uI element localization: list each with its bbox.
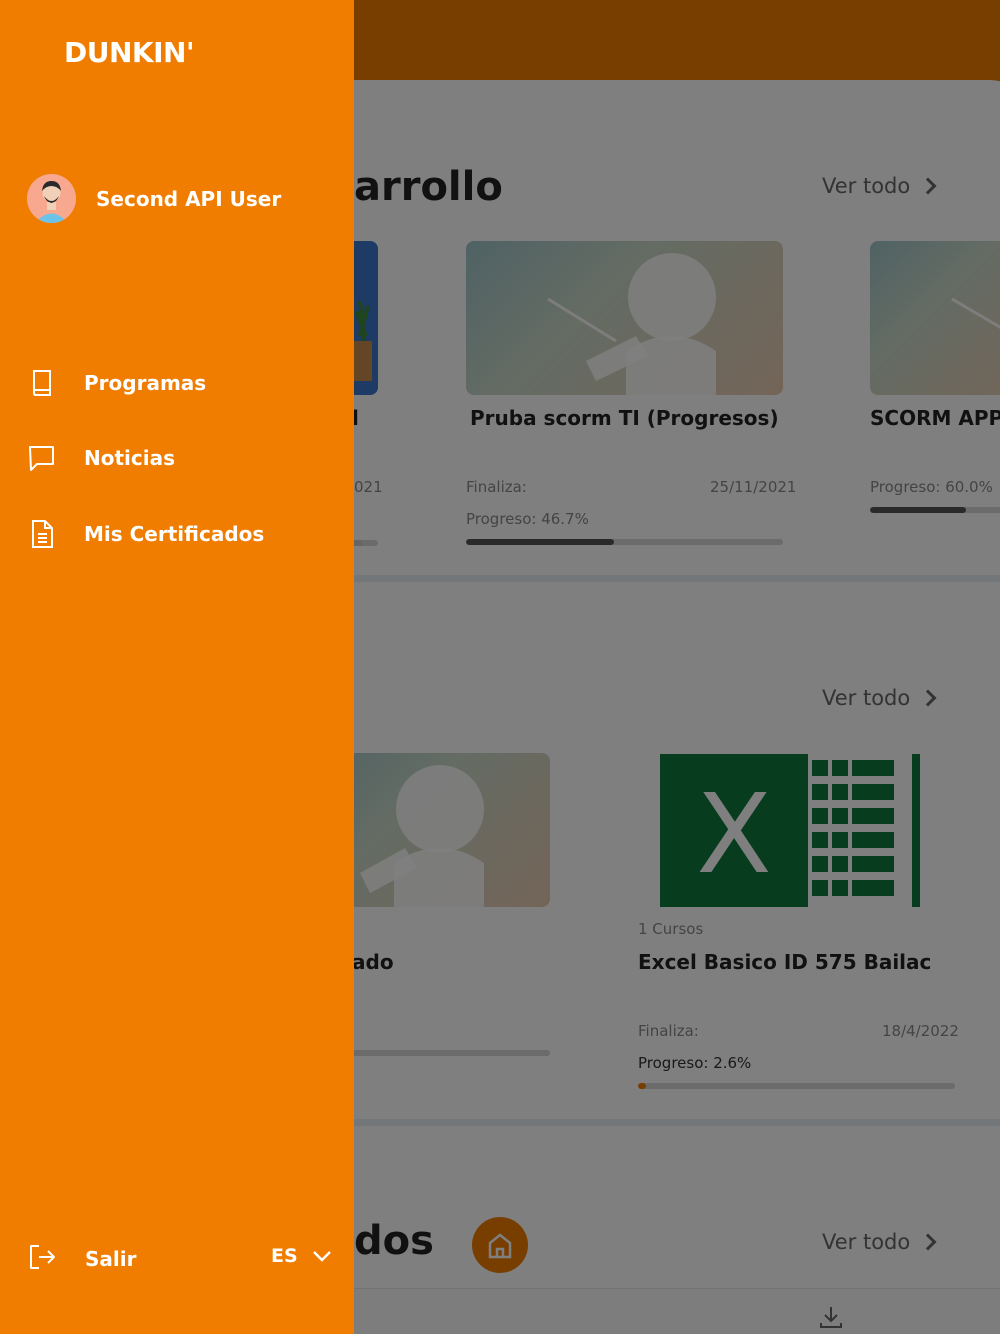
drawer-item-label: Noticias (84, 446, 176, 470)
logout-button[interactable]: Salir (28, 1243, 136, 1275)
dunkin-logo: DUNKIN' (64, 36, 195, 69)
user-name: Second API User (96, 186, 282, 211)
language-selector[interactable]: ES (271, 1245, 332, 1267)
user-avatar (27, 174, 76, 223)
drawer-item-label: Programas (84, 371, 207, 395)
logout-label: Salir (85, 1247, 137, 1271)
drawer-item-label: Mis Certificados (84, 522, 265, 546)
language-value: ES (271, 1245, 298, 1267)
chat-bubble-icon (28, 443, 55, 473)
drawer-item-noticias[interactable]: Noticias (28, 443, 175, 473)
logout-icon (28, 1243, 56, 1275)
drawer-item-certificados[interactable]: Mis Certificados (28, 519, 264, 549)
document-icon (28, 519, 55, 549)
book-icon (28, 368, 55, 398)
chevron-down-icon (312, 1251, 331, 1262)
side-drawer: DUNKIN' Second API User Programas Notici… (0, 0, 354, 1334)
avatar-illustration (27, 174, 76, 223)
drawer-item-programas[interactable]: Programas (28, 368, 206, 398)
user-profile[interactable]: Second API User (27, 174, 281, 223)
